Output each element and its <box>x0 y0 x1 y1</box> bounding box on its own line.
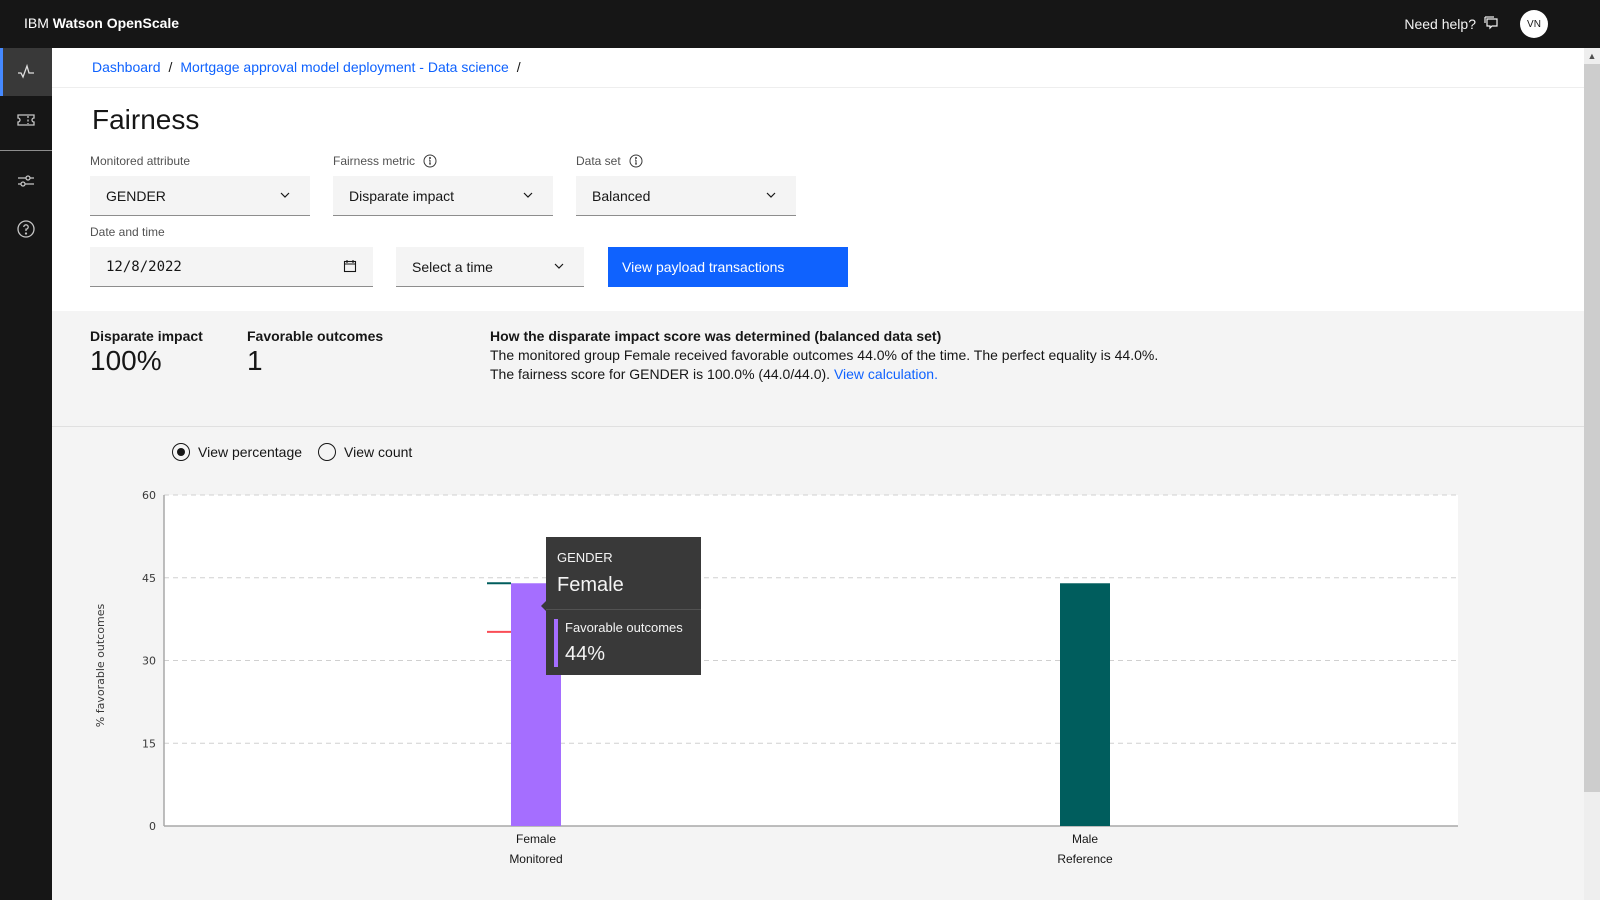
side-nav <box>0 48 52 900</box>
monitored-attribute-value: GENDER <box>106 187 166 204</box>
view-toggle: View percentage View count <box>172 443 412 461</box>
chat-icon <box>1484 16 1498 30</box>
tooltip-metric-value: 44% <box>565 643 606 665</box>
fairness-metric-select[interactable]: Disparate impact <box>333 176 553 216</box>
chevron-down-icon <box>766 192 776 198</box>
radio-dot <box>177 448 185 456</box>
breadcrumb-separator: / <box>516 59 521 75</box>
monitored-attribute-select[interactable]: GENDER <box>90 176 310 216</box>
date-time-label: Date and time <box>90 225 165 239</box>
disparate-impact-label: Disparate impact <box>90 328 203 344</box>
page-scrollbar[interactable]: ▲ <box>1584 48 1600 900</box>
monitored-attribute-label-text: Monitored attribute <box>90 154 191 168</box>
date-time-label-text: Date and time <box>90 225 165 239</box>
tooltip-category-label: GENDER <box>557 550 613 565</box>
breadcrumb-divider <box>52 87 1584 88</box>
view-payload-transactions-button[interactable]: View payload transactions <box>608 247 848 287</box>
data-set-select[interactable]: Balanced <box>576 176 796 216</box>
date-input[interactable]: 12/8/2022 <box>90 247 373 287</box>
chevron-down-icon <box>523 192 533 198</box>
summary-panel: Disparate impact 100% Favorable outcomes… <box>52 311 1584 427</box>
help-circle-icon <box>17 220 35 238</box>
chart-tooltip: GENDER Female Favorable outcomes 44% <box>541 537 701 675</box>
sidenav-item-monitor[interactable] <box>0 48 52 96</box>
explanation-line-1: The monitored group Female received favo… <box>490 347 1159 363</box>
favorable-outcomes-label: Favorable outcomes <box>247 328 384 344</box>
fairness-metric-label-text: Fairness metric <box>333 154 416 168</box>
radio-label: View count <box>344 444 413 460</box>
brand-name: Watson OpenScale <box>52 15 180 31</box>
view-calculation-link[interactable]: View calculation. <box>834 366 938 382</box>
radio-circle-checked <box>172 443 190 461</box>
sliders-icon <box>18 175 34 187</box>
fairness-metric-label: Fairness metric <box>333 154 437 168</box>
radio-view-percentage[interactable]: View percentage <box>172 443 302 461</box>
breadcrumb-dashboard[interactable]: Dashboard <box>92 59 161 75</box>
ticket-icon <box>17 114 35 126</box>
monitored-attribute-label: Monitored attribute <box>90 154 190 168</box>
main-content: Dashboard / Mortgage approval model depl… <box>52 48 1584 900</box>
sidenav-item-catalog[interactable] <box>0 96 52 144</box>
info-icon[interactable] <box>629 154 643 168</box>
chevron-down-icon <box>554 263 564 269</box>
activity-icon <box>18 63 34 79</box>
tooltip-series-swatch <box>554 619 558 667</box>
sidenav-item-configure[interactable] <box>0 157 52 205</box>
scroll-thumb[interactable] <box>1584 64 1600 792</box>
date-value: 12/8/2022 <box>106 258 182 275</box>
data-set-label-text: Data set <box>576 154 621 168</box>
radio-circle-unchecked <box>318 443 337 461</box>
disparate-impact-value: 100% <box>90 345 162 376</box>
radio-label: View percentage <box>198 444 303 460</box>
time-select[interactable]: Select a time <box>396 247 584 287</box>
breadcrumb-separator: / <box>168 59 173 75</box>
sidenav-item-help[interactable] <box>0 205 52 253</box>
top-bar: IBM Watson OpenScale Need help? VN <box>0 0 1600 48</box>
breadcrumb-deployment[interactable]: Mortgage approval model deployment - Dat… <box>180 59 508 75</box>
breadcrumb: Dashboard / Mortgage approval model depl… <box>92 59 521 75</box>
help-link[interactable]: Need help? <box>1404 16 1500 32</box>
data-set-value: Balanced <box>592 187 651 204</box>
favorable-outcomes-value: 1 <box>247 345 263 376</box>
tooltip-category-value: Female <box>557 574 624 596</box>
calendar-icon[interactable] <box>343 259 357 273</box>
explanation-line-2-text: The fairness score for GENDER is 100.0% … <box>490 366 831 382</box>
explanation-line-2: The fairness score for GENDER is 100.0% … <box>490 366 938 382</box>
time-placeholder: Select a time <box>412 258 493 275</box>
fairness-metric-value: Disparate impact <box>349 187 455 204</box>
explanation-title: How the disparate impact score was deter… <box>490 328 942 344</box>
user-avatar[interactable]: VN <box>1520 10 1548 38</box>
data-set-label: Data set <box>576 154 643 168</box>
brand-prefix: IBM <box>24 15 49 31</box>
chevron-down-icon <box>280 192 290 198</box>
help-label: Need help? <box>1404 16 1476 32</box>
info-icon[interactable] <box>423 154 437 168</box>
page-title: Fairness <box>92 104 200 135</box>
radio-view-count[interactable]: View count <box>318 443 412 461</box>
tooltip-divider <box>546 609 701 610</box>
scroll-up-arrow-icon[interactable]: ▲ <box>1584 48 1600 64</box>
sidenav-divider <box>0 150 52 151</box>
app-brand[interactable]: IBM Watson OpenScale <box>24 15 179 31</box>
tooltip-metric-label: Favorable outcomes <box>565 620 683 635</box>
